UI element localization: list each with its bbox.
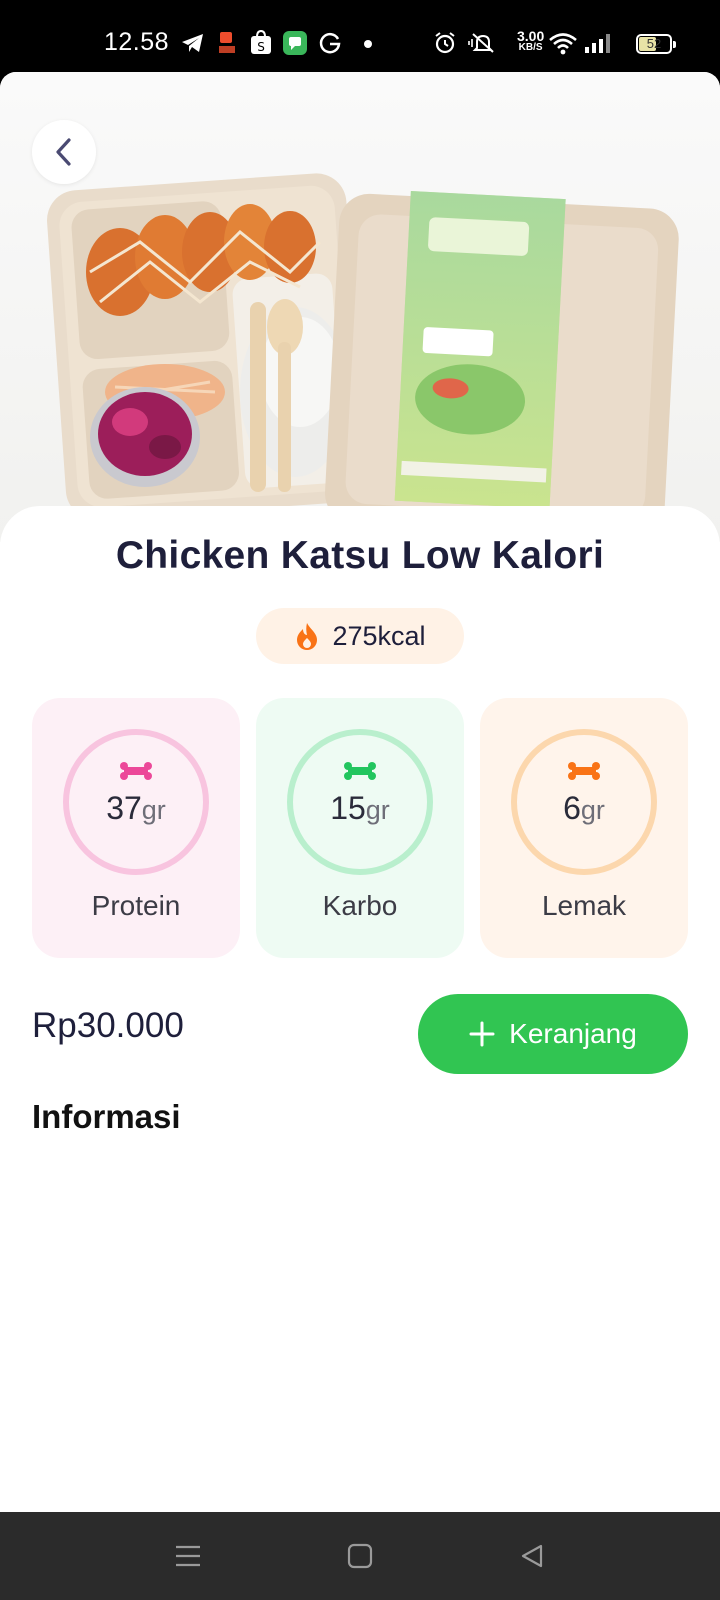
shopee-icon: S: [250, 29, 272, 56]
dessert-cup: [90, 387, 200, 487]
network-speed-unit: KB/S: [518, 42, 543, 53]
flame-icon: [297, 623, 318, 650]
network-speed-value: 3.00: [517, 28, 545, 44]
google-icon: [318, 30, 342, 56]
system-back-button[interactable]: [514, 1538, 550, 1574]
notification-dot-icon: [363, 30, 373, 56]
chevron-left-icon: [56, 138, 71, 166]
bone-icon: [120, 762, 152, 780]
telegram-icon: [180, 30, 206, 56]
protein-amount: 37gr: [32, 790, 240, 827]
lemak-amount: 6gr: [480, 790, 688, 827]
signal-icon: [584, 30, 614, 56]
food-photo-icon: [47, 173, 679, 539]
product-price: Rp30.000: [32, 1006, 184, 1045]
calorie-value: 275kcal: [332, 620, 426, 651]
box-lid: [324, 191, 679, 539]
plus-icon: [469, 1021, 495, 1047]
add-to-cart-label: Keranjang: [509, 1018, 637, 1049]
alarm-icon: [433, 30, 457, 56]
karbo-amount: 15gr: [256, 790, 464, 827]
product-info-sheet: Chicken Katsu Low Kalori 275kcal 37gr Pr…: [0, 506, 720, 1512]
home-button[interactable]: [342, 1538, 378, 1574]
network-speed: 3.00 KB/S: [517, 28, 545, 54]
add-to-cart-button[interactable]: Keranjang: [418, 994, 688, 1074]
battery-indicator: 52: [636, 34, 676, 54]
svg-text:S: S: [257, 40, 265, 54]
macro-card-protein: 37gr Protein: [32, 698, 240, 958]
messages-icon: [283, 30, 307, 56]
lemak-label: Lemak: [541, 890, 627, 921]
protein-unit: gr: [141, 795, 166, 825]
shopeepay-icon: [218, 30, 236, 56]
product-image: [0, 72, 720, 542]
protein-label: Protein: [91, 890, 181, 921]
macro-card-karbo: 15gr Karbo: [256, 698, 464, 958]
product-detail-screen: Chicken Katsu Low Kalori 275kcal 37gr Pr…: [0, 72, 720, 1512]
lemak-unit: gr: [580, 795, 605, 825]
system-nav-bar: [0, 1512, 720, 1600]
macro-card-lemak: 6gr Lemak: [480, 698, 688, 958]
mute-icon: [467, 30, 499, 56]
back-button[interactable]: [32, 120, 96, 184]
info-section-heading: Informasi: [32, 1098, 181, 1135]
recent-apps-button[interactable]: [170, 1538, 206, 1574]
product-title: Chicken Katsu Low Kalori: [115, 534, 605, 577]
karbo-unit: gr: [365, 795, 390, 825]
karbo-value: 15: [330, 790, 366, 826]
menu-icon: [176, 1545, 200, 1567]
lemak-value: 6: [563, 790, 581, 826]
status-time: 12.58: [104, 28, 170, 56]
karbo-label: Karbo: [322, 890, 398, 921]
bone-icon: [568, 762, 600, 780]
calorie-badge: 275kcal: [256, 608, 464, 664]
status-bar: 12.58 S 3.00 KB/S 52: [0, 0, 720, 72]
protein-value: 37: [106, 790, 142, 826]
battery-level: 52: [646, 36, 662, 51]
bone-icon: [344, 762, 376, 780]
wifi-icon: [548, 30, 578, 56]
square-icon: [347, 1543, 373, 1569]
triangle-back-icon: [521, 1544, 543, 1568]
